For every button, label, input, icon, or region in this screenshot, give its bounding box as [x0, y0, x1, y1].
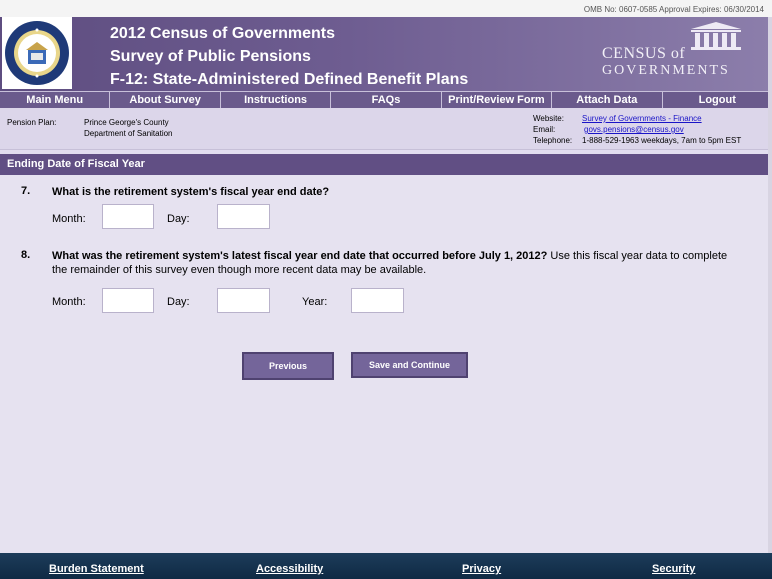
- capitol-columns-icon: [691, 22, 741, 50]
- omb-number: OMB No: 0607-0585 Approval Expires: 06/3…: [0, 0, 772, 17]
- nav-logout[interactable]: Logout: [662, 91, 772, 108]
- website-link[interactable]: Survey of Governments - Finance: [582, 114, 702, 123]
- survey-title: 2012 Census of Governments: [110, 25, 335, 42]
- form-title: F-12: State-Administered Defined Benefit…: [110, 71, 469, 88]
- logo-census-of: CENSUS of: [602, 45, 686, 62]
- email-label: Email:: [533, 125, 556, 134]
- q8-day-input[interactable]: [217, 288, 270, 313]
- q7-month-label: Month:: [52, 213, 86, 225]
- footer-bar: Burden Statement Accessibility Privacy S…: [0, 553, 772, 579]
- dept-of-commerce-seal-icon: [2, 17, 72, 89]
- question-8-text-bold: What was the retirement system's latest …: [52, 250, 548, 262]
- q8-day-label: Day:: [167, 296, 190, 308]
- save-and-continue-button[interactable]: Save and Continue: [351, 352, 468, 378]
- previous-button[interactable]: Previous: [242, 352, 334, 380]
- telephone-value: 1-888-529-1963 weekdays, 7am to 5pm EST: [582, 136, 742, 145]
- nav-print-review-form[interactable]: Print/Review Form: [441, 91, 553, 108]
- q7-month-input[interactable]: [102, 204, 154, 229]
- question-8-number: 8.: [21, 249, 31, 261]
- main-nav: Main Menu About Survey Instructions FAQs…: [0, 91, 772, 108]
- q7-day-input[interactable]: [217, 204, 270, 229]
- pension-plan-government: Prince George's County: [84, 118, 169, 127]
- respondent-info-band: Pension Plan: Prince George's County Dep…: [0, 108, 772, 150]
- q8-year-input[interactable]: [351, 288, 404, 313]
- header-banner: 2012 Census of Governments Survey of Pub…: [0, 17, 772, 91]
- survey-form: 7. What is the retirement system's fisca…: [0, 175, 768, 553]
- question-8-text: What was the retirement system's latest …: [52, 249, 732, 277]
- survey-subtitle: Survey of Public Pensions: [110, 48, 311, 65]
- footer-privacy-link[interactable]: Privacy: [462, 563, 501, 575]
- question-7-text: What is the retirement system's fiscal y…: [52, 186, 330, 198]
- census-of-governments-logo: CENSUS of GOVERNMENTS: [592, 19, 752, 87]
- section-title: Ending Date of Fiscal Year: [0, 154, 768, 175]
- nav-faqs[interactable]: FAQs: [331, 91, 442, 108]
- nav-instructions[interactable]: Instructions: [220, 91, 332, 108]
- q8-year-label: Year:: [302, 296, 328, 308]
- nav-attach-data[interactable]: Attach Data: [552, 91, 663, 108]
- q7-day-label: Day:: [167, 213, 190, 225]
- question-7-number: 7.: [21, 185, 31, 197]
- pension-plan-department: Department of Sanitation: [84, 129, 173, 138]
- nav-about-survey[interactable]: About Survey: [110, 91, 221, 108]
- footer-security-link[interactable]: Security: [652, 563, 695, 575]
- q8-month-label: Month:: [52, 296, 86, 308]
- footer-burden-statement-link[interactable]: Burden Statement: [49, 563, 144, 575]
- footer-accessibility-link[interactable]: Accessibility: [256, 563, 323, 575]
- email-link[interactable]: govs.pensions@census.gov: [584, 125, 684, 134]
- website-label: Website:: [533, 114, 564, 123]
- logo-governments: GOVERNMENTS: [602, 63, 730, 78]
- q8-month-input[interactable]: [102, 288, 154, 313]
- nav-main-menu[interactable]: Main Menu: [0, 91, 111, 108]
- telephone-label: Telephone:: [533, 136, 573, 145]
- window-edge: [768, 17, 772, 553]
- pension-plan-label: Pension Plan:: [7, 118, 57, 127]
